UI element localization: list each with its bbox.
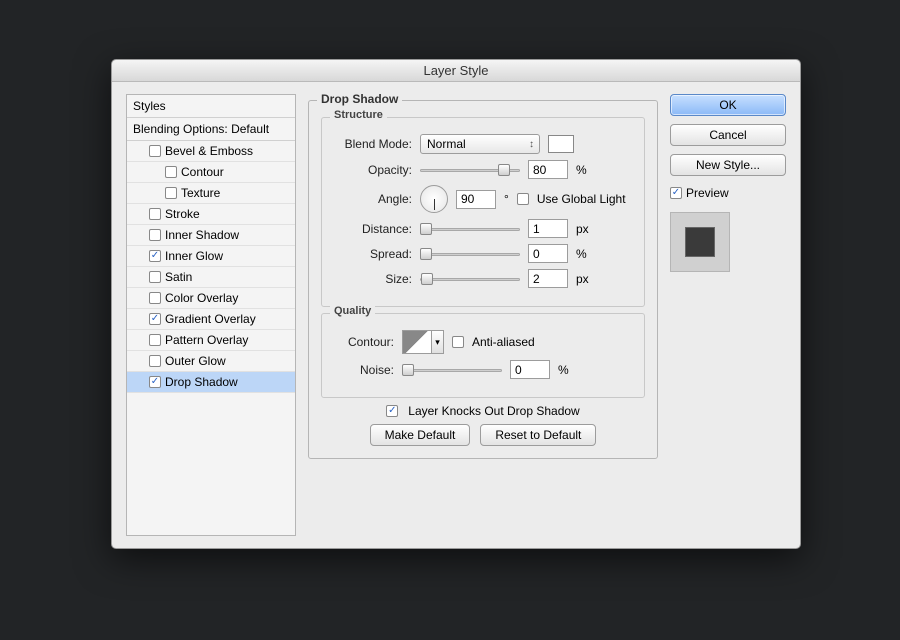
style-item-label: Color Overlay xyxy=(165,291,238,305)
shadow-color-swatch[interactable] xyxy=(548,135,574,153)
style-item-label: Contour xyxy=(181,165,224,179)
size-input[interactable] xyxy=(528,269,568,288)
style-item-label: Gradient Overlay xyxy=(165,312,256,326)
angle-dial[interactable] xyxy=(420,185,448,213)
style-checkbox[interactable] xyxy=(149,376,161,388)
structure-legend: Structure xyxy=(330,109,387,121)
opacity-slider[interactable] xyxy=(420,163,520,177)
window-title: Layer Style xyxy=(112,60,800,82)
styles-header[interactable]: Styles xyxy=(127,95,295,118)
style-item-inner-shadow[interactable]: Inner Shadow xyxy=(127,225,295,246)
style-item-satin[interactable]: Satin xyxy=(127,267,295,288)
chevron-down-icon[interactable]: ▾ xyxy=(432,330,444,354)
style-item-label: Outer Glow xyxy=(165,354,226,368)
style-item-color-overlay[interactable]: Color Overlay xyxy=(127,288,295,309)
blending-options-header[interactable]: Blending Options: Default xyxy=(127,118,295,141)
opacity-input[interactable] xyxy=(528,160,568,179)
spread-slider[interactable] xyxy=(420,247,520,261)
quality-group: Quality Contour: ▾ Anti-aliased Noise: xyxy=(321,313,645,398)
effect-title: Drop Shadow xyxy=(317,92,402,106)
style-item-contour[interactable]: Contour xyxy=(127,162,295,183)
style-checkbox[interactable] xyxy=(149,334,161,346)
spread-input[interactable] xyxy=(528,244,568,263)
style-item-inner-glow[interactable]: Inner Glow xyxy=(127,246,295,267)
spread-suffix: % xyxy=(576,247,587,261)
style-item-label: Stroke xyxy=(165,207,200,221)
style-item-drop-shadow[interactable]: Drop Shadow xyxy=(127,372,295,393)
distance-suffix: px xyxy=(576,222,589,236)
size-label: Size: xyxy=(334,272,412,286)
style-checkbox[interactable] xyxy=(149,313,161,325)
anti-aliased-label: Anti-aliased xyxy=(472,335,535,349)
use-global-light-label: Use Global Light xyxy=(537,192,626,206)
style-checkbox[interactable] xyxy=(149,208,161,220)
style-checkbox[interactable] xyxy=(149,355,161,367)
style-item-label: Satin xyxy=(165,270,192,284)
style-item-label: Inner Glow xyxy=(165,249,223,263)
cancel-button[interactable]: Cancel xyxy=(670,124,786,146)
contour-picker[interactable]: ▾ xyxy=(402,330,444,354)
style-item-label: Inner Shadow xyxy=(165,228,239,242)
blend-mode-label: Blend Mode: xyxy=(334,137,412,151)
style-item-pattern-overlay[interactable]: Pattern Overlay xyxy=(127,330,295,351)
style-item-bevel-emboss[interactable]: Bevel & Emboss xyxy=(127,141,295,162)
preview-thumbnail xyxy=(670,212,730,272)
style-item-label: Pattern Overlay xyxy=(165,333,248,347)
styles-list: Bevel & Emboss Contour Texture Stroke Inner … xyxy=(127,141,295,535)
opacity-label: Opacity: xyxy=(334,163,412,177)
ok-button[interactable]: OK xyxy=(670,94,786,116)
layer-style-dialog: Layer Style Styles Blending Options: Def… xyxy=(111,59,801,549)
styles-sidebar: Styles Blending Options: Default Bevel &… xyxy=(126,94,296,536)
make-default-button[interactable]: Make Default xyxy=(370,424,471,446)
preview-swatch xyxy=(685,227,715,257)
reset-default-button[interactable]: Reset to Default xyxy=(480,424,596,446)
style-checkbox[interactable] xyxy=(165,187,177,199)
spread-label: Spread: xyxy=(334,247,412,261)
new-style-button[interactable]: New Style... xyxy=(670,154,786,176)
distance-slider[interactable] xyxy=(420,222,520,236)
noise-input[interactable] xyxy=(510,360,550,379)
style-item-label: Bevel & Emboss xyxy=(165,144,253,158)
style-item-gradient-overlay[interactable]: Gradient Overlay xyxy=(127,309,295,330)
style-checkbox[interactable] xyxy=(149,271,161,283)
style-item-stroke[interactable]: Stroke xyxy=(127,204,295,225)
structure-group: Structure Blend Mode: Normal Opacity: % … xyxy=(321,117,645,307)
blend-mode-select[interactable]: Normal xyxy=(420,134,540,154)
dialog-buttons: OK Cancel New Style... Preview xyxy=(670,94,786,536)
style-checkbox[interactable] xyxy=(149,250,161,262)
angle-label: Angle: xyxy=(334,192,412,206)
dialog-content: Styles Blending Options: Default Bevel &… xyxy=(112,82,800,548)
knockout-checkbox[interactable] xyxy=(386,405,398,417)
distance-input[interactable] xyxy=(528,219,568,238)
opacity-suffix: % xyxy=(576,163,587,177)
style-item-label: Drop Shadow xyxy=(165,375,238,389)
noise-slider[interactable] xyxy=(402,363,502,377)
anti-aliased-checkbox[interactable] xyxy=(452,336,464,348)
style-checkbox[interactable] xyxy=(165,166,177,178)
knockout-label: Layer Knocks Out Drop Shadow xyxy=(408,404,579,418)
style-item-outer-glow[interactable]: Outer Glow xyxy=(127,351,295,372)
style-item-label: Texture xyxy=(181,186,220,200)
style-checkbox[interactable] xyxy=(149,229,161,241)
size-suffix: px xyxy=(576,272,589,286)
noise-suffix: % xyxy=(558,363,569,377)
noise-label: Noise: xyxy=(334,363,394,377)
preview-checkbox[interactable] xyxy=(670,187,682,199)
style-checkbox[interactable] xyxy=(149,292,161,304)
contour-thumbnail xyxy=(402,330,432,354)
angle-suffix: ° xyxy=(504,192,509,206)
style-checkbox[interactable] xyxy=(149,145,161,157)
distance-label: Distance: xyxy=(334,222,412,236)
effect-panel: Drop Shadow Structure Blend Mode: Normal… xyxy=(308,94,658,536)
angle-input[interactable] xyxy=(456,190,496,209)
drop-shadow-group: Drop Shadow Structure Blend Mode: Normal… xyxy=(308,100,658,459)
preview-label: Preview xyxy=(686,186,729,200)
quality-legend: Quality xyxy=(330,305,375,317)
contour-label: Contour: xyxy=(334,335,394,349)
use-global-light-checkbox[interactable] xyxy=(517,193,529,205)
size-slider[interactable] xyxy=(420,272,520,286)
style-item-texture[interactable]: Texture xyxy=(127,183,295,204)
